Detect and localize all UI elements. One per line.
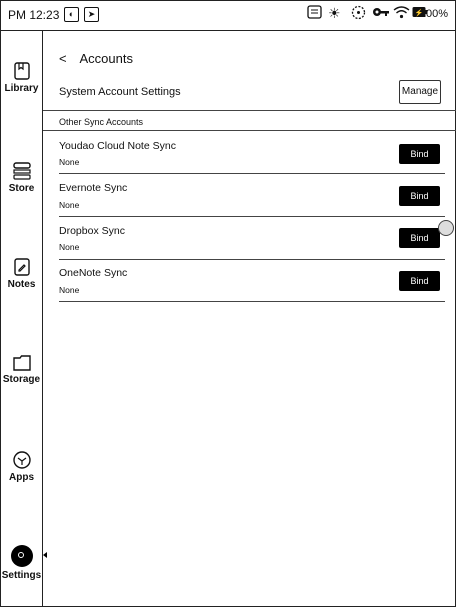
status-bar: PM 12:23 ◐ ➤ ☀ ⚡ 100% [0,0,456,31]
sidebar-item-label: Storage [2,374,41,385]
sidebar-item-storage[interactable]: Storage [0,355,43,385]
divider [59,173,445,174]
sync-account-status: None [59,200,80,210]
chevron-left-icon: < [59,51,67,66]
note-icon [307,5,322,22]
navigation-icon: ➤ [84,7,99,22]
page-title: Accounts [79,51,133,66]
apps-icon [12,451,31,469]
sidebar-item-notes[interactable]: Notes [0,258,43,290]
bind-onenote-button[interactable]: Bind [399,271,440,291]
manage-button[interactable]: Manage [399,80,441,104]
battery-percentage: 100% [419,8,448,20]
main-content: < Accounts System Account Settings Manag… [43,31,456,607]
divider [43,110,456,111]
refresh-icon [351,5,366,23]
section-title: Other Sync Accounts [59,117,144,127]
sync-icon: ◐ [64,7,79,22]
sidebar-item-store[interactable]: Store [0,162,43,194]
floating-ball-handle[interactable] [438,220,454,236]
book-icon [13,62,30,80]
sync-account-name: Dropbox Sync [59,225,125,237]
settings-icon [10,545,33,567]
clock: PM 12:23 [8,8,60,22]
sidebar-item-settings[interactable]: Settings [0,545,47,581]
sync-account-name: OneNote Sync [59,267,128,279]
sidebar-item-label: Library [4,83,39,94]
sidebar-item-label: Settings [1,570,42,581]
sync-account-name: Evernote Sync [59,182,128,194]
back-button[interactable]: < Accounts [59,51,133,66]
brightness-icon: ☀ [328,5,341,21]
divider [59,216,445,217]
sidebar-item-label: Store [8,183,35,194]
divider [59,259,445,260]
folder-icon [12,355,31,371]
divider [43,130,456,131]
bind-evernote-button[interactable]: Bind [399,186,440,206]
wifi-icon [393,5,410,22]
sidebar-item-label: Notes [7,279,36,290]
sync-account-status: None [59,242,80,252]
sidebar: Library Store Notes Storage Apps Setting… [0,31,47,607]
system-account-label: System Account Settings [59,86,181,98]
notes-icon [13,258,30,276]
sidebar-item-apps[interactable]: Apps [0,451,43,483]
sidebar-item-library[interactable]: Library [0,62,43,94]
sync-account-status: None [59,157,80,167]
bind-dropbox-button[interactable]: Bind [399,228,440,248]
store-icon [12,162,31,180]
sync-account-status: None [59,285,80,295]
sync-account-name: Youdao Cloud Note Sync [59,140,176,152]
bind-youdao-button[interactable]: Bind [399,144,440,164]
key-icon [372,5,390,22]
divider [59,301,445,302]
sidebar-item-label: Apps [9,472,34,483]
